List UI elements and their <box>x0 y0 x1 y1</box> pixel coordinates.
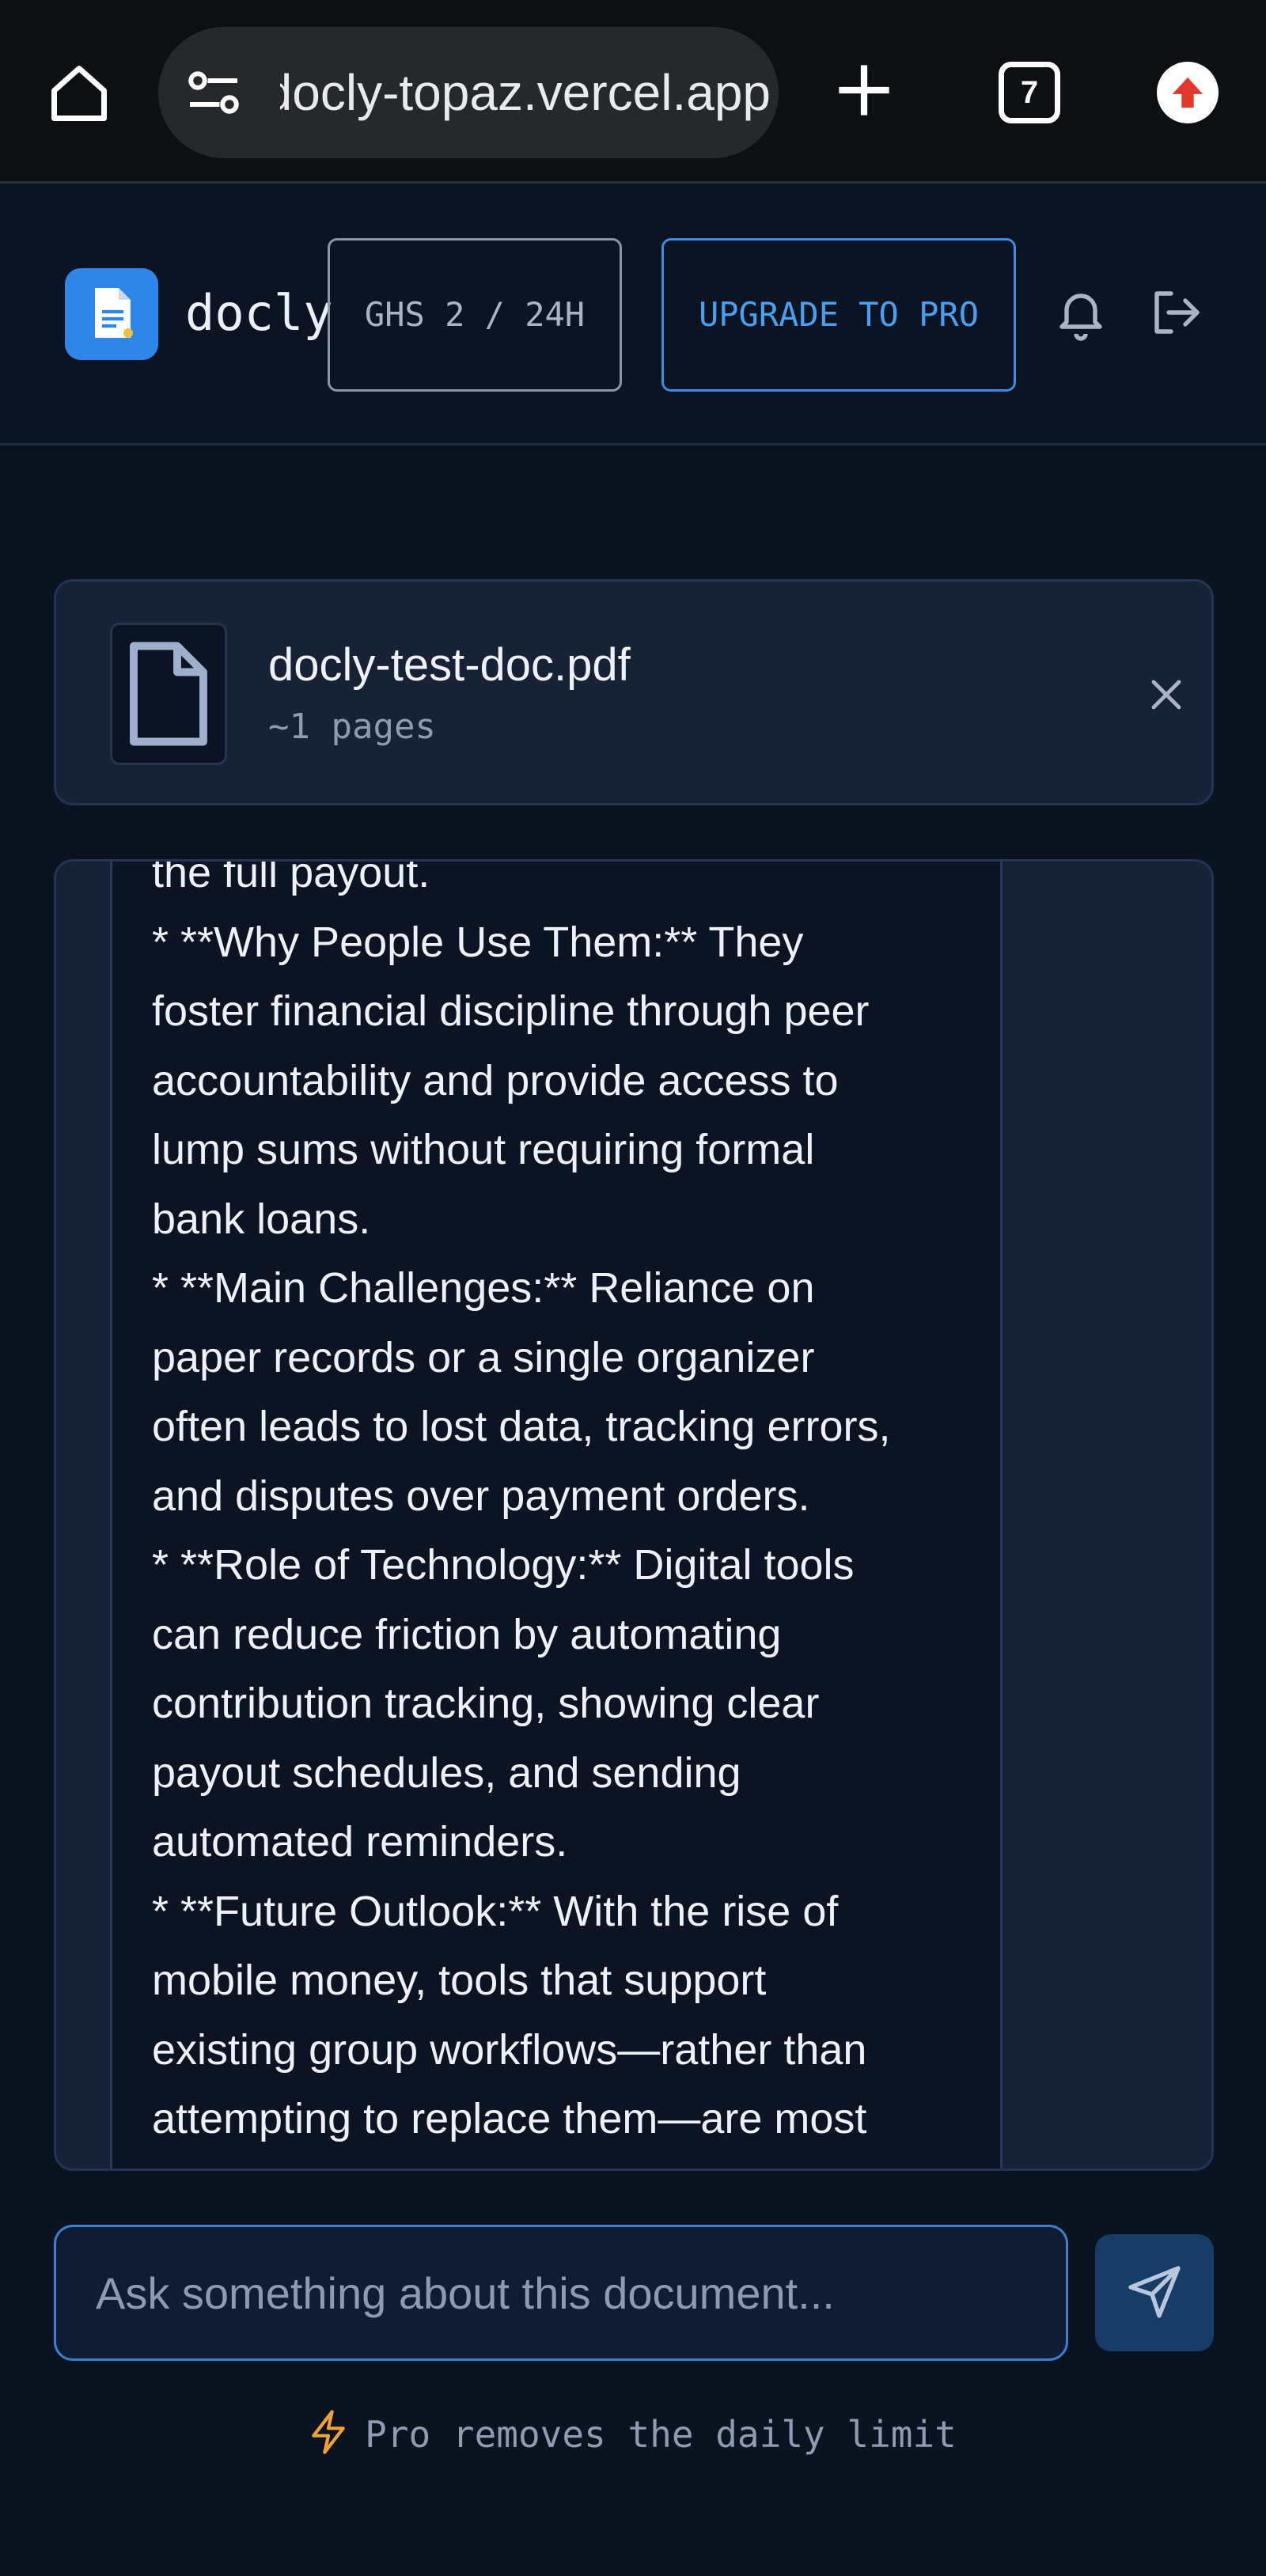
url-text: docly-topaz.vercel.app <box>280 64 771 121</box>
tab-switcher-icon[interactable]: 7 <box>999 62 1060 123</box>
answer-line: and disputes over payment orders. <box>152 1472 810 1520</box>
answer-line: can reduce friction by automating <box>152 1610 782 1658</box>
answer-line: existing group workflows—rather than <box>152 2025 867 2074</box>
send-icon <box>1126 2263 1183 2323</box>
url-bar[interactable]: docly-topaz.vercel.app <box>158 27 779 158</box>
assistant-message-text: the full payout. * **Why People Use Them:… <box>152 859 967 2169</box>
lightning-icon <box>309 2410 347 2458</box>
answer-line: attempting to replace them—are most <box>152 2095 867 2142</box>
tab-count: 7 <box>1020 74 1039 110</box>
file-name: docly-test-doc.pdf <box>268 639 631 691</box>
answer-line: lump sums without requiring formal <box>152 1126 815 1173</box>
new-tab-icon[interactable] <box>828 54 900 127</box>
brand-name[interactable]: docly <box>185 284 333 342</box>
file-page-count: ~1 pages <box>268 707 436 747</box>
assistant-message: the full payout. * **Why People Use Them:… <box>110 859 1003 2169</box>
close-icon[interactable] <box>1139 667 1194 722</box>
pro-note: Pro removes the daily limit <box>0 2410 1266 2458</box>
answer-line: * **Role of Technology:** Digital tools <box>152 1541 855 1589</box>
answer-line: bank loans. <box>152 1195 371 1243</box>
answer-line: * **Why People Use Them:** They <box>152 918 804 966</box>
answer-line: foster financial discipline through peer <box>152 987 870 1035</box>
answer-line: payout schedules, and sending <box>152 1748 741 1797</box>
answer-line: contribution tracking, showing clear <box>152 1680 820 1727</box>
answer-line: likely to succeed. <box>152 2154 967 2169</box>
upgrade-button[interactable]: UPGRADE TO PRO <box>661 238 1016 392</box>
answer-line: automated reminders. <box>152 1818 568 1866</box>
site-settings-icon[interactable] <box>182 69 245 116</box>
answer-line: * **Main Challenges:** Reliance on <box>152 1264 815 1312</box>
file-icon <box>110 623 227 765</box>
chat-thread[interactable]: the full payout. * **Why People Use Them:… <box>54 859 1214 2171</box>
answer-line: * **Future Outlook:** With the rise of <box>152 1887 839 1935</box>
app-header: docly GHS 2 / 24H UPGRADE TO PRO <box>0 186 1266 445</box>
answer-line: paper records or a single organizer <box>152 1333 815 1381</box>
answer-line: mobile money, tools that support <box>152 1957 767 2004</box>
answer-line: often leads to lost data, tracking error… <box>152 1403 891 1450</box>
answer-line: the full payout. <box>152 859 430 896</box>
answer-line: accountability and provide access to <box>152 1056 839 1104</box>
browser-toolbar: docly-topaz.vercel.app 7 <box>0 0 1266 184</box>
quota-badge: GHS 2 / 24H <box>328 238 622 392</box>
home-icon[interactable] <box>43 57 116 130</box>
update-icon[interactable] <box>1157 62 1219 123</box>
send-button[interactable] <box>1095 2234 1214 2351</box>
file-card: docly-test-doc.pdf ~1 pages <box>54 579 1214 805</box>
pro-note-text: Pro removes the daily limit <box>365 2412 957 2456</box>
bell-icon[interactable] <box>1052 284 1109 341</box>
document-logo-icon[interactable] <box>65 268 158 360</box>
logout-icon[interactable] <box>1147 284 1204 341</box>
question-input[interactable] <box>54 2225 1068 2361</box>
